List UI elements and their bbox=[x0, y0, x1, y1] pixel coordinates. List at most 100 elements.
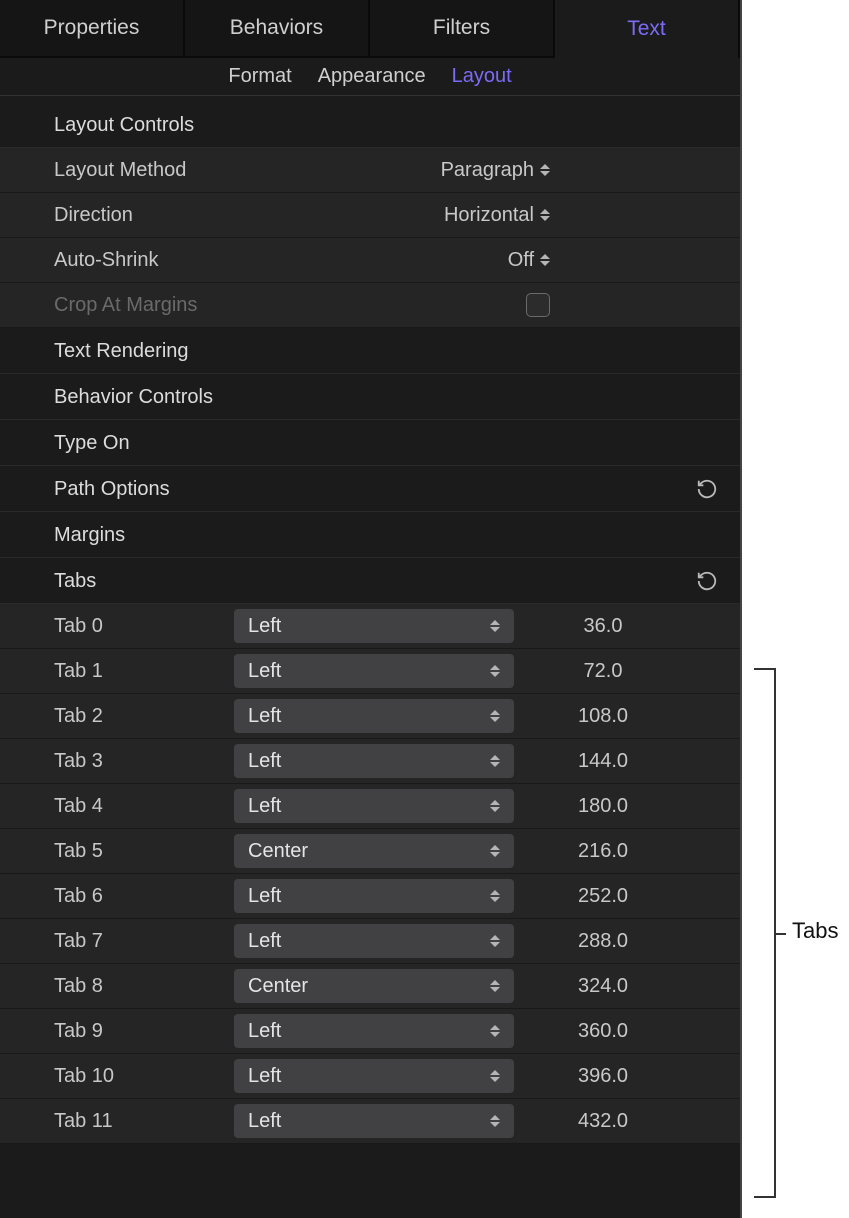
tab-align-select[interactable]: Left bbox=[234, 609, 514, 643]
tab-align-value: Left bbox=[248, 795, 281, 818]
tab-align-value: Center bbox=[248, 840, 308, 863]
inspector-top-tabs: Properties Behaviors Filters Text bbox=[0, 0, 740, 58]
section-type-on[interactable]: Type On bbox=[0, 420, 740, 466]
tab-row: Tab 3 Left 144.0 bbox=[0, 739, 740, 784]
chevron-updown-icon bbox=[490, 839, 504, 863]
value-layout-method[interactable]: Paragraph bbox=[441, 159, 534, 182]
text-sub-tabs: Format Appearance Layout bbox=[0, 58, 740, 96]
tab-align-select[interactable]: Center bbox=[234, 969, 514, 1003]
tab-align-select[interactable]: Left bbox=[234, 744, 514, 778]
tab-position-value[interactable]: 324.0 bbox=[514, 975, 722, 998]
tab-align-value: Left bbox=[248, 1020, 281, 1043]
value-direction[interactable]: Horizontal bbox=[444, 204, 534, 227]
tab-name-label: Tab 3 bbox=[54, 750, 234, 773]
tab-row: Tab 9 Left 360.0 bbox=[0, 1009, 740, 1054]
tab-name-label: Tab 5 bbox=[54, 840, 234, 863]
section-behavior-controls[interactable]: Behavior Controls bbox=[0, 374, 740, 420]
subtab-format[interactable]: Format bbox=[228, 65, 291, 88]
tab-position-value[interactable]: 36.0 bbox=[514, 615, 722, 638]
tab-name-label: Tab 7 bbox=[54, 930, 234, 953]
tab-position-value[interactable]: 432.0 bbox=[514, 1110, 722, 1133]
inspector-panel: Properties Behaviors Filters Text Format… bbox=[0, 0, 742, 1218]
section-layout-controls[interactable]: Layout Controls bbox=[0, 102, 740, 148]
stepper-icon[interactable] bbox=[540, 248, 554, 272]
annotation-area: Tabs bbox=[742, 0, 849, 1218]
tab-position-value[interactable]: 216.0 bbox=[514, 840, 722, 863]
tab-align-select[interactable]: Left bbox=[234, 1059, 514, 1093]
layout-content: Layout Controls Layout Method Paragraph … bbox=[0, 96, 740, 1218]
section-tabs[interactable]: Tabs bbox=[0, 558, 740, 604]
tab-position-value[interactable]: 288.0 bbox=[514, 930, 722, 953]
tab-row: Tab 1 Left 72.0 bbox=[0, 649, 740, 694]
tab-position-value[interactable]: 396.0 bbox=[514, 1065, 722, 1088]
tab-position-value[interactable]: 72.0 bbox=[514, 660, 722, 683]
row-layout-method: Layout Method Paragraph bbox=[0, 148, 740, 193]
tab-align-value: Center bbox=[248, 975, 308, 998]
section-text-rendering[interactable]: Text Rendering bbox=[0, 328, 740, 374]
checkbox-crop-at-margins bbox=[526, 293, 550, 317]
value-auto-shrink[interactable]: Off bbox=[508, 249, 534, 272]
tab-name-label: Tab 11 bbox=[54, 1110, 234, 1133]
tab-align-select[interactable]: Left bbox=[234, 1104, 514, 1138]
tab-position-value[interactable]: 252.0 bbox=[514, 885, 722, 908]
subtab-appearance[interactable]: Appearance bbox=[318, 65, 426, 88]
label-crop-at-margins: Crop At Margins bbox=[54, 294, 344, 317]
chevron-updown-icon bbox=[490, 1064, 504, 1088]
annotation-label: Tabs bbox=[792, 918, 838, 944]
tab-align-select[interactable]: Left bbox=[234, 789, 514, 823]
section-margins[interactable]: Margins bbox=[0, 512, 740, 558]
tab-position-value[interactable]: 180.0 bbox=[514, 795, 722, 818]
tab-row: Tab 5 Center 216.0 bbox=[0, 829, 740, 874]
tab-row: Tab 4 Left 180.0 bbox=[0, 784, 740, 829]
tab-align-value: Left bbox=[248, 1065, 281, 1088]
reset-icon[interactable] bbox=[696, 570, 718, 592]
tab-align-select[interactable]: Left bbox=[234, 924, 514, 958]
tab-name-label: Tab 1 bbox=[54, 660, 234, 683]
tab-align-value: Left bbox=[248, 615, 281, 638]
tab-name-label: Tab 6 bbox=[54, 885, 234, 908]
label-layout-method: Layout Method bbox=[54, 159, 344, 182]
chevron-updown-icon bbox=[490, 1019, 504, 1043]
tab-align-select[interactable]: Left bbox=[234, 1014, 514, 1048]
tab-row: Tab 6 Left 252.0 bbox=[0, 874, 740, 919]
chevron-updown-icon bbox=[490, 1109, 504, 1133]
tab-text[interactable]: Text bbox=[555, 0, 740, 58]
tab-align-select[interactable]: Center bbox=[234, 834, 514, 868]
chevron-updown-icon bbox=[490, 929, 504, 953]
tab-position-value[interactable]: 360.0 bbox=[514, 1020, 722, 1043]
tab-align-value: Left bbox=[248, 750, 281, 773]
chevron-updown-icon bbox=[490, 704, 504, 728]
tab-position-value[interactable]: 144.0 bbox=[514, 750, 722, 773]
tab-align-select[interactable]: Left bbox=[234, 879, 514, 913]
tab-align-value: Left bbox=[248, 885, 281, 908]
tab-align-value: Left bbox=[248, 1110, 281, 1133]
tab-behaviors[interactable]: Behaviors bbox=[185, 0, 370, 58]
chevron-updown-icon bbox=[490, 884, 504, 908]
chevron-updown-icon bbox=[490, 659, 504, 683]
row-crop-at-margins: Crop At Margins bbox=[0, 283, 740, 328]
tab-filters[interactable]: Filters bbox=[370, 0, 555, 58]
section-tabs-label: Tabs bbox=[54, 570, 96, 592]
tab-name-label: Tab 10 bbox=[54, 1065, 234, 1088]
tab-align-value: Left bbox=[248, 930, 281, 953]
tab-properties[interactable]: Properties bbox=[0, 0, 185, 58]
tab-align-value: Left bbox=[248, 660, 281, 683]
tab-name-label: Tab 9 bbox=[54, 1020, 234, 1043]
bracket-icon bbox=[754, 668, 776, 1198]
stepper-icon[interactable] bbox=[540, 203, 554, 227]
tab-row: Tab 11 Left 432.0 bbox=[0, 1099, 740, 1144]
section-path-options[interactable]: Path Options bbox=[0, 466, 740, 512]
tab-align-select[interactable]: Left bbox=[234, 654, 514, 688]
subtab-layout[interactable]: Layout bbox=[452, 65, 512, 88]
tab-name-label: Tab 8 bbox=[54, 975, 234, 998]
chevron-updown-icon bbox=[490, 614, 504, 638]
tab-align-select[interactable]: Left bbox=[234, 699, 514, 733]
tabs-container: Tab 0Left36.0Tab 1Left72.0Tab 2Left108.0… bbox=[0, 604, 740, 1144]
section-path-options-label: Path Options bbox=[54, 478, 170, 500]
tab-row: Tab 8 Center 324.0 bbox=[0, 964, 740, 1009]
tab-position-value[interactable]: 108.0 bbox=[514, 705, 722, 728]
reset-icon[interactable] bbox=[696, 478, 718, 500]
label-direction: Direction bbox=[54, 204, 344, 227]
tab-name-label: Tab 4 bbox=[54, 795, 234, 818]
stepper-icon[interactable] bbox=[540, 158, 554, 182]
